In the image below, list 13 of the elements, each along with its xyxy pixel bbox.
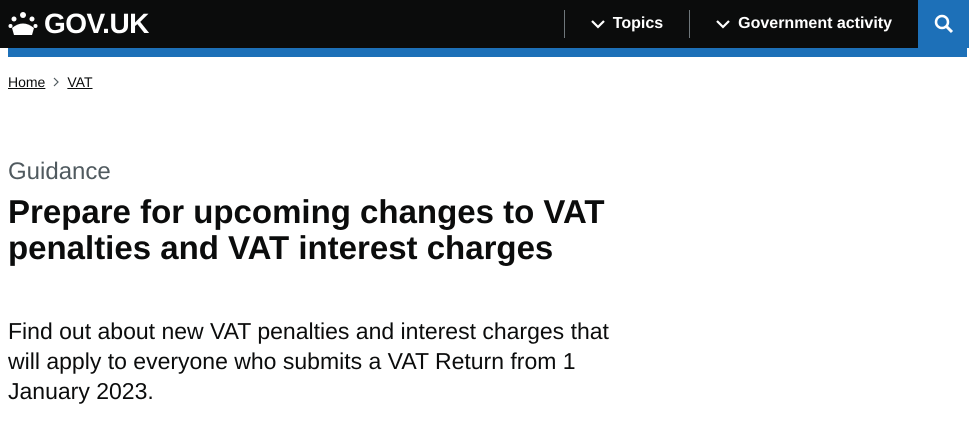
chevron-icon — [590, 20, 605, 28]
logo-link[interactable]: GOV.UK — [0, 0, 149, 48]
search-icon — [934, 14, 954, 34]
caption: Guidance — [8, 158, 112, 186]
chevron-right-icon — [53, 77, 60, 87]
breadcrumb-link[interactable]: Home — [8, 74, 46, 90]
search-button[interactable] — [918, 0, 969, 48]
description: Find out about new VAT penalties and interest charges that will apply to everyone who submits a VAT Return from 1 January 2023. — [8, 317, 610, 406]
breadcrumb-link[interactable]: VAT — [67, 74, 93, 90]
chevron-icon — [716, 20, 730, 28]
nav-button[interactable]: Topics — [564, 10, 690, 38]
crown-icon — [8, 11, 38, 37]
page-title: Prepare for upcoming changes to VAT penalties and VAT interest charges — [8, 194, 606, 266]
